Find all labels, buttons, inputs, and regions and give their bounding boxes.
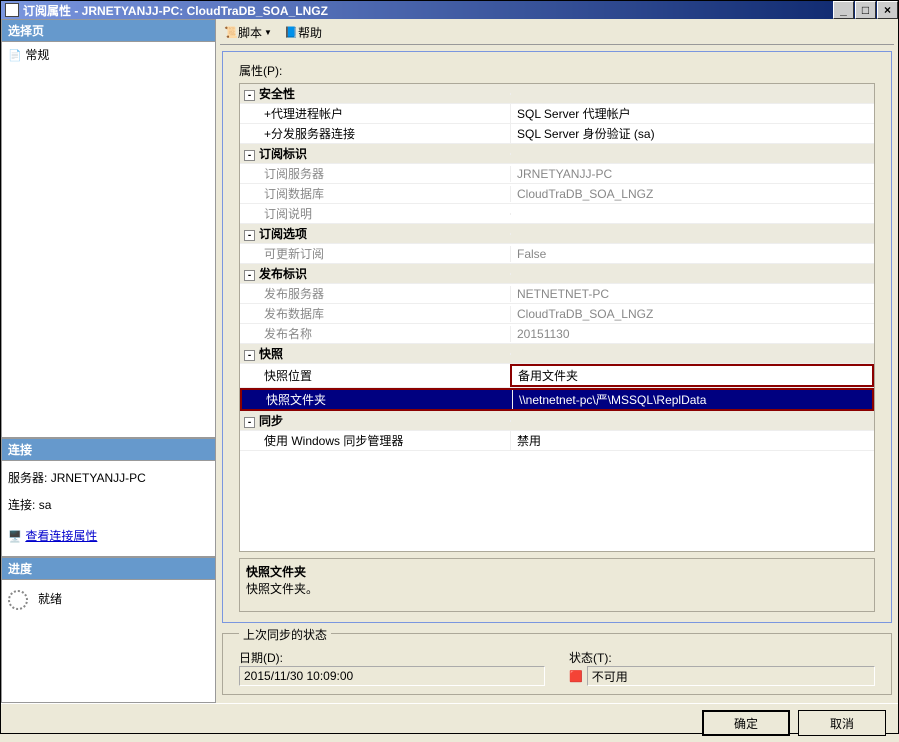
- date-field: [239, 666, 545, 686]
- cancel-button[interactable]: 取消: [798, 710, 886, 736]
- collapse-icon[interactable]: -: [244, 350, 255, 361]
- ok-button[interactable]: 确定: [702, 710, 790, 736]
- collapse-icon[interactable]: -: [244, 90, 255, 101]
- sync-status-group: 上次同步的状态 日期(D): 状态(T): 🟥: [222, 633, 892, 695]
- app-icon: [5, 3, 19, 17]
- help-label: 帮助: [298, 24, 322, 41]
- dropdown-arrow-icon: ▼: [264, 28, 272, 37]
- collapse-icon[interactable]: -: [244, 150, 255, 161]
- conn-label: 连接:: [8, 498, 35, 512]
- collapse-icon[interactable]: -: [244, 230, 255, 241]
- progress-status: 就绪: [38, 590, 62, 607]
- view-conn-props-link[interactable]: 查看连接属性: [25, 529, 97, 543]
- properties-group: 属性(P): -安全性 +代理进程帐户SQL Server 代理帐户 +分发服务…: [222, 51, 892, 623]
- progress-header: 进度: [1, 557, 216, 580]
- minimize-button[interactable]: _: [833, 1, 854, 19]
- description-panel: 快照文件夹 快照文件夹。: [239, 558, 875, 612]
- connection-info: 服务器: JRNETYANJJ-PC 连接: sa 🖥️ 查看连接属性: [1, 461, 216, 557]
- script-label: 脚本: [238, 24, 262, 41]
- progress-body: 就绪: [1, 580, 216, 703]
- cat-pubid[interactable]: -发布标识: [240, 264, 874, 284]
- collapse-icon[interactable]: -: [244, 270, 255, 281]
- server-value: JRNETYANJJ-PC: [51, 471, 146, 485]
- grid-empty: [240, 451, 874, 551]
- server-icon: 🖥️: [8, 530, 22, 544]
- help-icon: 📘: [284, 26, 298, 40]
- date-label: 日期(D):: [239, 649, 545, 666]
- left-panel: 选择页 📄 常规 连接 服务器: JRNETYANJJ-PC 连接: sa: [1, 19, 216, 703]
- expand-icon[interactable]: +: [264, 127, 271, 141]
- page-icon: 📄: [8, 49, 22, 63]
- desc-title: 快照文件夹: [246, 563, 868, 580]
- script-icon: 📜: [224, 26, 238, 40]
- spinner-icon: [8, 590, 28, 610]
- dialog-buttons: 确定 取消: [1, 703, 898, 742]
- cat-subopt[interactable]: -订阅选项: [240, 224, 874, 244]
- properties-title: 属性(P):: [239, 62, 875, 79]
- select-page-header: 选择页: [1, 19, 216, 42]
- status-icon: 🟥: [569, 669, 583, 683]
- cat-sync[interactable]: -同步: [240, 411, 874, 431]
- script-button[interactable]: 📜 脚本 ▼: [224, 24, 272, 41]
- right-panel: 📜 脚本 ▼ 📘 帮助 属性(P): -安全性 +代理进程帐户SQL Serve…: [216, 19, 898, 703]
- cat-snapshot[interactable]: -快照: [240, 344, 874, 364]
- server-label: 服务器:: [8, 471, 47, 485]
- desc-text: 快照文件夹。: [246, 580, 868, 597]
- collapse-icon[interactable]: -: [244, 417, 255, 428]
- prop-pub-db: 发布数据库CloudTraDB_SOA_LNGZ: [240, 304, 874, 324]
- status-field: [587, 666, 875, 686]
- conn-value: sa: [39, 498, 52, 512]
- help-button[interactable]: 📘 帮助: [284, 24, 322, 41]
- prop-sub-desc[interactable]: 订阅说明: [240, 204, 874, 224]
- cat-security[interactable]: -安全性: [240, 84, 874, 104]
- dialog-window: 订阅属性 - JRNETYANJJ-PC: CloudTraDB_SOA_LNG…: [0, 0, 899, 734]
- page-item-label: 常规: [25, 48, 49, 62]
- prop-sub-db: 订阅数据库CloudTraDB_SOA_LNGZ: [240, 184, 874, 204]
- prop-snap-folder[interactable]: 快照文件夹\\netnetnet-pc\严\MSSQL\ReplData: [240, 388, 874, 411]
- connection-header: 连接: [1, 438, 216, 461]
- expand-icon[interactable]: +: [264, 107, 271, 121]
- prop-wsm[interactable]: 使用 Windows 同步管理器禁用: [240, 431, 874, 451]
- prop-pub-name: 发布名称20151130: [240, 324, 874, 344]
- maximize-button[interactable]: □: [855, 1, 876, 19]
- view-conn-props[interactable]: 🖥️ 查看连接属性: [8, 527, 209, 544]
- cat-subid[interactable]: -订阅标识: [240, 144, 874, 164]
- prop-snap-loc[interactable]: 快照位置备用文件夹: [240, 364, 874, 388]
- prop-updatable: 可更新订阅False: [240, 244, 874, 264]
- prop-agent-account[interactable]: +代理进程帐户SQL Server 代理帐户: [240, 104, 874, 124]
- titlebar[interactable]: 订阅属性 - JRNETYANJJ-PC: CloudTraDB_SOA_LNG…: [1, 1, 898, 19]
- dialog-body: 选择页 📄 常规 连接 服务器: JRNETYANJJ-PC 连接: sa: [1, 19, 898, 703]
- page-list: 📄 常规: [1, 42, 216, 438]
- prop-sub-server: 订阅服务器JRNETYANJJ-PC: [240, 164, 874, 184]
- close-button[interactable]: ×: [877, 1, 898, 19]
- page-item-general[interactable]: 📄 常规: [2, 42, 215, 67]
- status-label: 状态(T):: [569, 649, 875, 666]
- toolbar: 📜 脚本 ▼ 📘 帮助: [220, 21, 894, 45]
- prop-dist-conn[interactable]: +分发服务器连接SQL Server 身份验证 (sa): [240, 124, 874, 144]
- property-grid[interactable]: -安全性 +代理进程帐户SQL Server 代理帐户 +分发服务器连接SQL …: [239, 83, 875, 552]
- window-title: 订阅属性 - JRNETYANJJ-PC: CloudTraDB_SOA_LNG…: [23, 2, 832, 19]
- sync-legend: 上次同步的状态: [239, 626, 331, 643]
- prop-pub-server: 发布服务器NETNETNET-PC: [240, 284, 874, 304]
